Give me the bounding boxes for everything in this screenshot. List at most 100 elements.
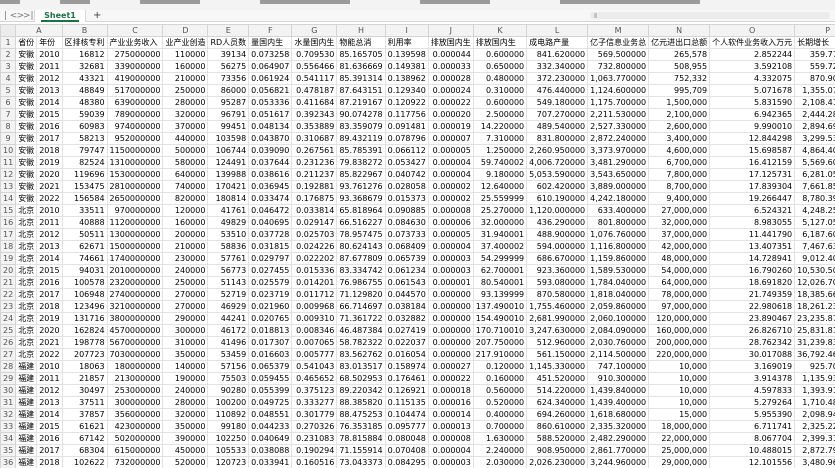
data-cell[interactable]: 26.826710: [709, 324, 796, 337]
data-cell[interactable]: 2017: [36, 132, 63, 145]
data-cell[interactable]: 0.031815: [248, 240, 293, 253]
data-cell[interactable]: 25,000,000: [648, 444, 711, 457]
data-cell[interactable]: 0.008346: [291, 324, 338, 337]
data-cell[interactable]: 588.520000: [526, 432, 589, 445]
data-cell[interactable]: 359.774200: [794, 48, 835, 61]
data-cell[interactable]: 50511: [61, 228, 108, 241]
row-header[interactable]: 8: [0, 120, 17, 133]
data-cell[interactable]: 2012: [36, 384, 63, 397]
data-cell[interactable]: 3,299.531000: [794, 132, 835, 145]
data-cell[interactable]: 7,800,000: [648, 168, 711, 181]
data-cell[interactable]: 37511: [61, 396, 108, 409]
data-cell[interactable]: 2,211.530000: [587, 108, 650, 121]
data-cell[interactable]: 0.231083: [291, 432, 338, 445]
data-cell[interactable]: 131716: [61, 312, 108, 325]
data-cell[interactable]: 280000: [162, 96, 209, 109]
data-cell[interactable]: 265,578: [648, 48, 711, 61]
data-cell[interactable]: 0.600000: [472, 96, 528, 109]
data-cell[interactable]: 46172: [207, 324, 250, 337]
data-cell[interactable]: 0.120922: [384, 96, 429, 109]
data-cell[interactable]: 0.000008: [427, 432, 474, 445]
data-cell[interactable]: 280000: [162, 396, 209, 409]
data-cell[interactable]: 27,000,000: [648, 204, 711, 217]
data-cell[interactable]: 23.890467: [709, 312, 796, 325]
header-cell[interactable]: 利用率: [384, 36, 429, 49]
data-cell[interactable]: 0.158974: [384, 360, 429, 373]
data-cell[interactable]: 0.025703: [291, 228, 338, 241]
column-header[interactable]: J: [427, 24, 474, 37]
data-cell[interactable]: 53510: [207, 228, 250, 241]
data-cell[interactable]: 0.000033: [427, 60, 474, 73]
data-cell[interactable]: 0.139598: [384, 48, 429, 61]
province-cell[interactable]: 北京: [15, 228, 38, 241]
data-cell[interactable]: 1120000000: [106, 216, 164, 229]
province-cell[interactable]: 北京: [15, 300, 38, 313]
province-cell[interactable]: 安徽: [15, 96, 38, 109]
header-cell[interactable]: 年份: [36, 36, 63, 49]
header-cell[interactable]: 亿元进出口总额: [648, 36, 711, 49]
data-cell[interactable]: 370000: [162, 120, 209, 133]
data-cell[interactable]: 220,000,000: [648, 348, 711, 361]
data-cell[interactable]: 0.176875: [291, 192, 338, 205]
data-cell[interactable]: 0.095777: [384, 420, 429, 433]
data-cell[interactable]: 4.597833: [709, 384, 796, 397]
data-cell[interactable]: 732.800000: [587, 60, 650, 73]
data-cell[interactable]: 12.640000: [472, 180, 528, 193]
data-cell[interactable]: 0.000018: [427, 384, 474, 397]
data-cell[interactable]: 0.040649: [248, 432, 293, 445]
data-cell[interactable]: 18,385.660000: [794, 288, 835, 301]
row-header[interactable]: 1: [0, 36, 17, 49]
data-cell[interactable]: 310000: [162, 336, 209, 349]
data-cell[interactable]: 0.078796: [384, 132, 429, 145]
province-cell[interactable]: 北京: [15, 312, 38, 325]
data-cell[interactable]: 87.643151: [336, 84, 386, 97]
data-cell[interactable]: 0.033474: [248, 192, 293, 205]
data-cell[interactable]: 0.333277: [291, 396, 338, 409]
data-cell[interactable]: 6,281.058000: [794, 168, 835, 181]
row-header[interactable]: 27: [0, 348, 17, 361]
data-cell[interactable]: 5.955390: [709, 408, 796, 421]
data-cell[interactable]: 44241: [207, 312, 250, 325]
data-cell[interactable]: 6.524321: [709, 204, 796, 217]
data-cell[interactable]: 2018: [36, 456, 63, 468]
data-cell[interactable]: 2017: [36, 444, 63, 457]
data-cell[interactable]: 2020: [36, 324, 63, 337]
data-cell[interactable]: 489.540000: [526, 120, 589, 133]
data-cell[interactable]: 80.540001: [472, 276, 528, 289]
data-cell[interactable]: 2,260.950000: [526, 144, 589, 157]
data-cell[interactable]: 910.300000: [587, 372, 650, 385]
data-cell[interactable]: 350000: [162, 348, 209, 361]
data-cell[interactable]: 0.000000: [427, 348, 474, 361]
row-header[interactable]: 36: [0, 456, 17, 468]
data-cell[interactable]: 1,784.040000: [587, 276, 650, 289]
data-cell[interactable]: 0.000005: [427, 144, 474, 157]
data-cell[interactable]: 0.038088: [248, 444, 293, 457]
data-cell[interactable]: 2,600,000: [648, 120, 711, 133]
province-cell[interactable]: 安徽: [15, 120, 38, 133]
province-cell[interactable]: 安徽: [15, 72, 38, 85]
data-cell[interactable]: 100200: [207, 396, 250, 409]
header-cell[interactable]: 省份: [15, 36, 38, 49]
data-cell[interactable]: 2,060.100000: [587, 312, 650, 325]
data-cell[interactable]: 40888: [61, 216, 108, 229]
data-cell[interactable]: 0.021960: [248, 300, 293, 313]
data-cell[interactable]: 0.310687: [291, 132, 338, 145]
data-cell[interactable]: 419000000: [106, 72, 164, 85]
data-cell[interactable]: 2022: [36, 348, 63, 361]
column-header[interactable]: I: [384, 24, 429, 37]
data-cell[interactable]: 10,530.500000: [794, 264, 835, 277]
data-cell[interactable]: 240000: [162, 384, 209, 397]
data-cell[interactable]: 0.465652: [291, 372, 338, 385]
data-cell[interactable]: 740000: [162, 180, 209, 193]
data-cell[interactable]: 2,108.410000: [794, 96, 835, 109]
data-cell[interactable]: 160000: [162, 60, 209, 73]
header-cell[interactable]: 长期增长: [794, 36, 835, 49]
data-cell[interactable]: 9,400,000: [648, 192, 711, 205]
data-cell[interactable]: 17.839304: [709, 180, 796, 193]
data-cell[interactable]: 0.073258: [248, 48, 293, 61]
data-cell[interactable]: 0.055399: [248, 384, 293, 397]
data-cell[interactable]: 0.310000: [472, 84, 528, 97]
data-cell[interactable]: 602.420000: [526, 180, 589, 193]
province-cell[interactable]: 安徽: [15, 156, 38, 169]
row-header[interactable]: 24: [0, 312, 17, 325]
